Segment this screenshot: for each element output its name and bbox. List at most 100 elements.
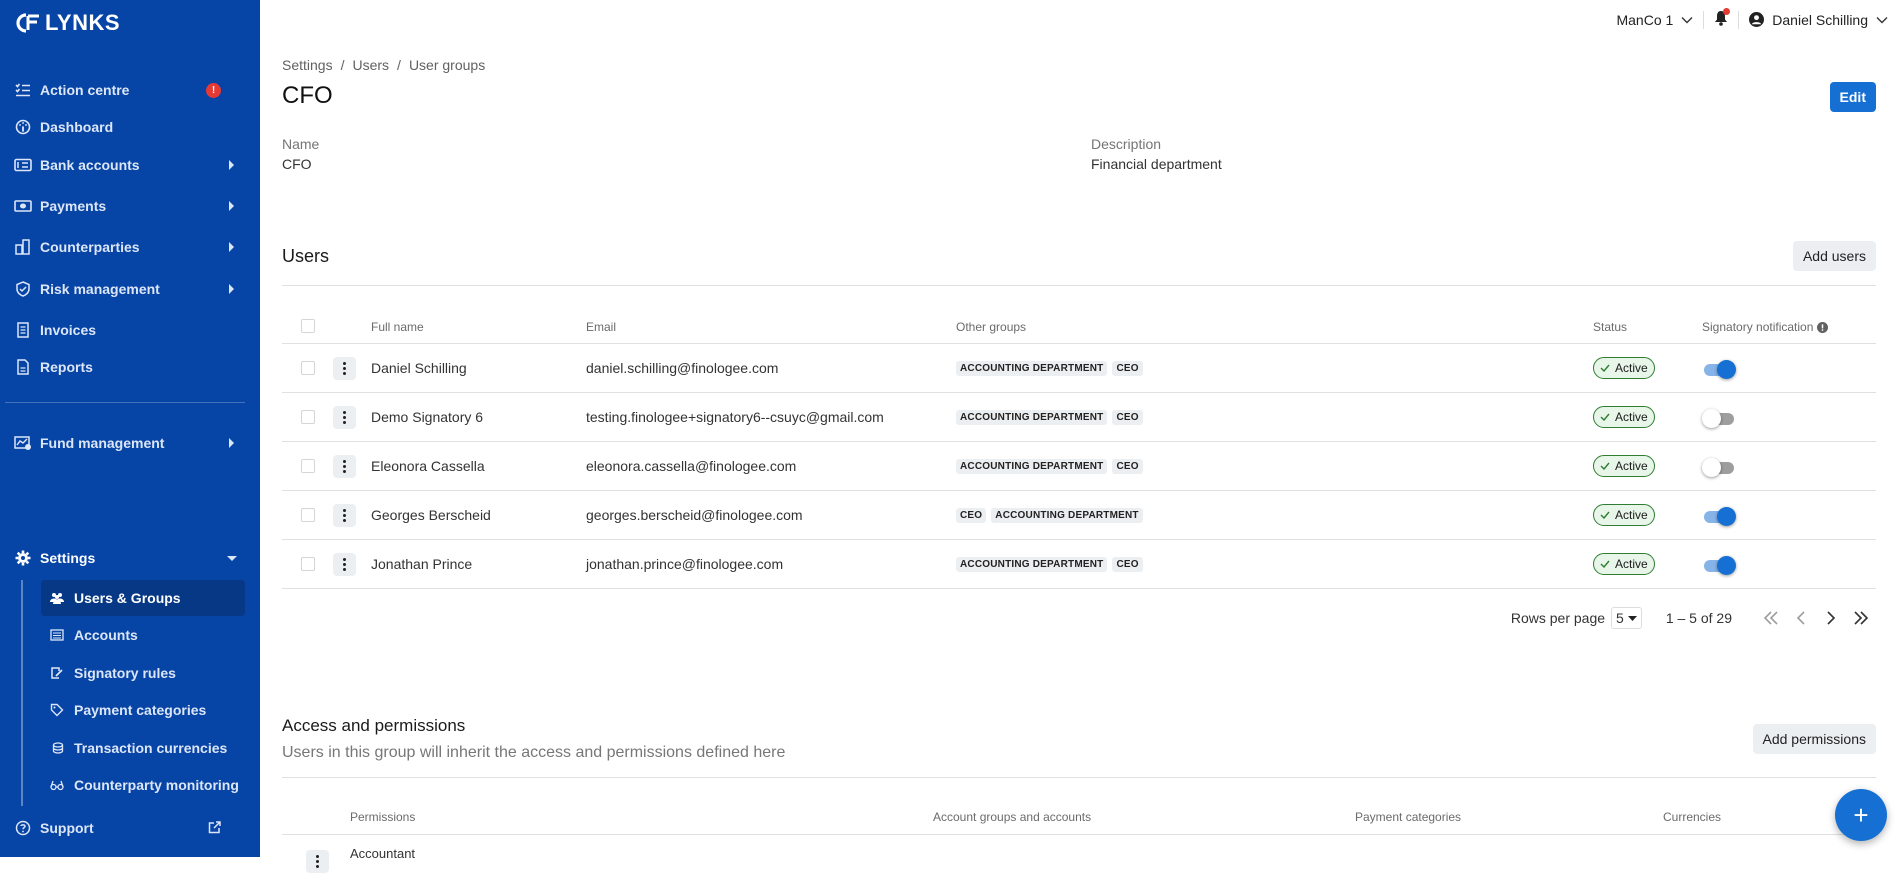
row-actions-button[interactable] [333, 406, 356, 429]
row-checkbox[interactable] [301, 557, 315, 571]
check-icon [1600, 511, 1610, 519]
row-checkbox[interactable] [301, 410, 315, 424]
sidebar-subitem-users-groups[interactable]: Users & Groups [41, 580, 245, 616]
sidebar-item-label: Support [40, 820, 94, 836]
row-actions-button[interactable] [333, 504, 356, 527]
group-chip: CEO [1112, 459, 1143, 474]
row-actions-button[interactable] [333, 553, 356, 576]
signatory-notification-toggle[interactable] [1702, 359, 1736, 379]
sidebar-item-bank-accounts[interactable]: Bank accounts [0, 150, 245, 180]
edit-button[interactable]: Edit [1829, 82, 1876, 112]
signatory-notification-toggle[interactable] [1702, 506, 1736, 526]
select-all-checkbox[interactable] [301, 319, 315, 333]
user-email: jonathan.prince@finologee.com [586, 556, 784, 572]
gear-icon [14, 549, 32, 567]
group-chip: ACCOUNTING DEPARTMENT [956, 361, 1108, 376]
notifications-button[interactable] [1714, 8, 1731, 29]
sidebar-item-label: Counterparties [40, 239, 140, 255]
column-header-full-name[interactable]: Full name [371, 320, 424, 334]
rows-per-page-select[interactable]: 5 [1611, 607, 1642, 629]
sidebar-item-reports[interactable]: Reports [0, 352, 245, 382]
sidebar-subitem-counterparty-monitoring[interactable]: Counterparty monitoring [41, 767, 245, 803]
sidebar-subitem-payment-categories[interactable]: Payment categories [41, 692, 245, 728]
sidebar-item-label: Settings [40, 550, 96, 566]
signatory-notification-toggle[interactable] [1702, 555, 1736, 575]
sidebar-subitem-transaction-currencies[interactable]: Transaction currencies [41, 730, 245, 766]
sidebar-subitem-label: Accounts [74, 627, 138, 643]
toggle-knob [1702, 458, 1721, 477]
add-permissions-button[interactable]: Add permissions [1752, 724, 1876, 754]
column-header-status[interactable]: Status [1593, 320, 1627, 334]
sidebar-item-label: Action centre [40, 82, 130, 98]
user-menu[interactable]: Daniel Schilling [1749, 12, 1888, 28]
column-header-email[interactable]: Email [586, 320, 616, 334]
rows-per-page-label: Rows per page [1510, 610, 1606, 626]
add-users-button[interactable]: Add users [1792, 241, 1876, 271]
row-checkbox[interactable] [301, 459, 315, 473]
tag-icon [50, 703, 64, 717]
column-header-permissions: Permissions [350, 810, 416, 824]
brand-logo[interactable]: LYNKS [15, 10, 120, 36]
chevron-left-icon [1796, 611, 1805, 625]
row-actions-button[interactable] [306, 850, 329, 873]
status-badge: Active [1593, 455, 1655, 477]
organization-selector[interactable]: ManCo 1 [1616, 12, 1693, 28]
signatory-notification-toggle[interactable] [1702, 408, 1736, 428]
sidebar-item-risk-management[interactable]: Risk management [0, 274, 245, 304]
floating-add-button[interactable]: + [1835, 789, 1887, 841]
row-checkbox[interactable] [301, 508, 315, 522]
group-chip: CEO [1112, 361, 1143, 376]
users-section-title: Users [282, 246, 330, 266]
sidebar-subitem-label: Signatory rules [74, 665, 176, 681]
user-email: georges.berscheid@finologee.com [586, 507, 803, 523]
row-checkbox[interactable] [301, 361, 315, 375]
sidebar-item-fund-management[interactable]: Fund management [0, 428, 245, 458]
sidebar-item-dashboard[interactable]: Dashboard [0, 112, 245, 142]
other-groups: ACCOUNTING DEPARTMENT CEO [956, 557, 1143, 572]
column-header-other-groups: Other groups [956, 320, 1027, 334]
caret-right-icon [229, 201, 234, 211]
group-chip: CEO [1112, 557, 1143, 572]
info-icon[interactable] [1817, 321, 1829, 333]
first-page-button[interactable] [1756, 611, 1786, 625]
row-actions-button[interactable] [333, 357, 356, 380]
last-page-button[interactable] [1846, 611, 1876, 625]
notification-dot [1723, 8, 1731, 15]
signatory-notification-toggle[interactable] [1702, 457, 1736, 477]
status-text: Active [1615, 459, 1648, 473]
sidebar-item-payments[interactable]: Payments [0, 191, 245, 221]
lynks-logo-icon [16, 13, 39, 33]
breadcrumb-separator: / [397, 57, 401, 73]
chevrons-left-icon [1763, 611, 1778, 625]
table-header-divider [282, 834, 1876, 835]
bank-card-icon [14, 156, 32, 174]
chevron-down-icon [1876, 16, 1888, 23]
breadcrumb-users[interactable]: Users [352, 57, 389, 73]
row-actions-button[interactable] [333, 455, 356, 478]
breadcrumb-settings[interactable]: Settings [282, 57, 333, 73]
sidebar-item-action-centre[interactable]: Action centre ! [0, 75, 245, 105]
user-email: daniel.schilling@finologee.com [586, 360, 779, 376]
sidebar-item-settings[interactable]: Settings [0, 543, 245, 573]
help-circle-icon [14, 819, 32, 837]
permissions-section-title: Access and permissions [282, 716, 466, 735]
sidebar: LYNKS Action centre ! Dashboard Bank acc… [0, 0, 260, 857]
sidebar-item-label: Bank accounts [40, 157, 140, 173]
status-badge: Active [1593, 504, 1655, 526]
toggle-knob [1717, 507, 1736, 526]
sidebar-subitem-label: Users & Groups [74, 590, 181, 606]
sidebar-subitem-signatory-rules[interactable]: Signatory rules [41, 655, 245, 691]
sidebar-item-support[interactable]: Support [0, 813, 245, 843]
brand-name: LYNKS [45, 10, 121, 35]
status-text: Active [1615, 508, 1648, 522]
status-text: Active [1615, 557, 1648, 571]
caret-right-icon [229, 284, 234, 294]
next-page-button[interactable] [1816, 611, 1846, 625]
sidebar-item-invoices[interactable]: Invoices [0, 315, 245, 345]
sidebar-subitem-accounts[interactable]: Accounts [41, 617, 245, 653]
list-card-icon [50, 628, 64, 642]
sidebar-item-counterparties[interactable]: Counterparties [0, 232, 245, 262]
breadcrumb-user-groups[interactable]: User groups [409, 57, 485, 73]
previous-page-button[interactable] [1786, 611, 1816, 625]
other-groups: CEO ACCOUNTING DEPARTMENT [956, 508, 1143, 523]
